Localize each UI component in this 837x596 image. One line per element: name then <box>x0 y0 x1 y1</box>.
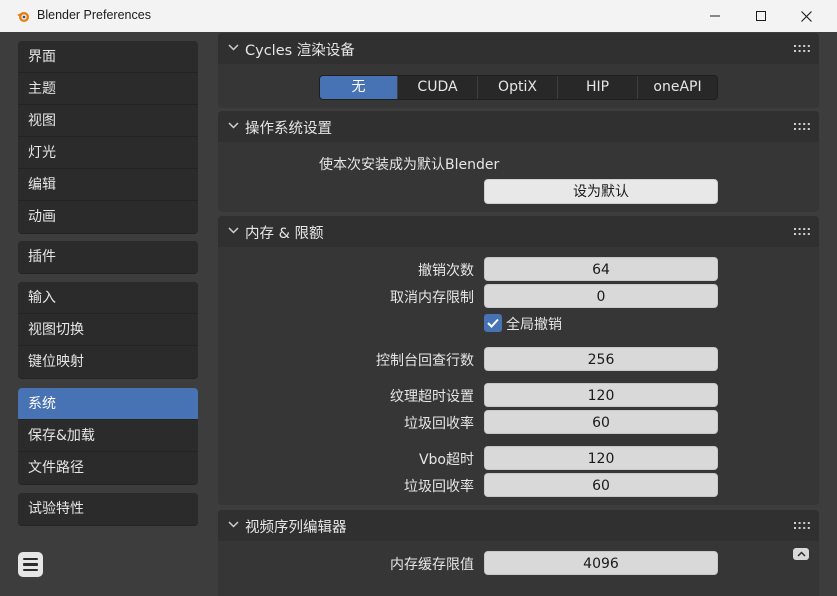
nav-group-addons: 插件 <box>18 241 198 273</box>
panel-header-sequencer[interactable]: 视频序列编辑器 <box>218 510 819 541</box>
sidebar-item-experimental[interactable]: 试验特性 <box>18 493 198 525</box>
device-option-none[interactable]: 无 <box>320 76 398 99</box>
panel-title-sequencer: 视频序列编辑器 <box>245 520 347 536</box>
chevron-down-icon <box>228 227 239 234</box>
panel-header-memory[interactable]: 内存 & 限额 <box>218 216 819 247</box>
drag-handle-icon[interactable] <box>794 522 810 529</box>
checkmark-icon <box>487 318 499 328</box>
chevron-down-icon <box>228 122 239 129</box>
minimize-button[interactable] <box>692 0 738 32</box>
sidebar-item-save-load[interactable]: 保存&加载 <box>18 420 198 452</box>
nav-group-input: 输入 视图切换 键位映射 <box>18 282 198 378</box>
minimize-icon <box>710 15 720 17</box>
preferences-content: Cycles 渲染设备 无 CUDA OptiX HIP oneAPI 操作系统… <box>218 32 819 596</box>
undo-memory-field[interactable]: 0 <box>484 284 718 308</box>
title-bar: Blender Preferences <box>0 0 837 32</box>
texture-timeout-field[interactable]: 120 <box>484 383 718 407</box>
memory-cache-label: 内存缓存限值 <box>390 557 474 573</box>
sidebar-item-themes[interactable]: 主题 <box>18 73 198 105</box>
panel-body-sequencer: 内存缓存限值 4096 <box>218 541 819 596</box>
nav-group-system: 系统 保存&加载 文件路径 <box>18 388 198 484</box>
hamburger-menu-icon[interactable] <box>18 552 43 577</box>
cycles-device-selector: 无 CUDA OptiX HIP oneAPI <box>319 75 718 100</box>
device-option-cuda[interactable]: CUDA <box>398 76 478 99</box>
panel-title-os: 操作系统设置 <box>245 121 332 137</box>
undo-steps-field[interactable]: 64 <box>484 257 718 281</box>
device-option-oneapi[interactable]: oneAPI <box>638 76 717 99</box>
window-title: Blender Preferences <box>37 8 151 22</box>
sidebar-item-input[interactable]: 输入 <box>18 282 198 314</box>
texture-timeout-label: 纹理超时设置 <box>390 389 474 405</box>
memory-cache-field[interactable]: 4096 <box>484 551 718 575</box>
make-default-button[interactable]: 设为默认 <box>484 179 718 204</box>
undo-memory-label: 取消内存限制 <box>390 290 474 306</box>
vbo-gc-field[interactable]: 60 <box>484 473 718 497</box>
nav-group-ui: 界面 主题 视图 灯光 编辑 动画 <box>18 41 198 233</box>
sidebar-item-lights[interactable]: 灯光 <box>18 137 198 169</box>
drag-handle-icon[interactable] <box>794 228 810 235</box>
sidebar-item-viewport[interactable]: 视图 <box>18 105 198 137</box>
global-undo-label: 全局撤销 <box>506 317 562 333</box>
chevron-down-icon <box>228 521 239 528</box>
preferences-window: 界面 主题 视图 灯光 编辑 动画 插件 输入 视图切换 键位映射 系统 保存&… <box>0 32 837 596</box>
console-scrollback-field[interactable]: 256 <box>484 347 718 371</box>
panel-title-cycles: Cycles 渲染设备 <box>245 43 355 59</box>
panel-body-os: 使本次安装成为默认Blender 设为默认 <box>218 142 819 212</box>
drag-handle-icon[interactable] <box>794 123 810 130</box>
close-button[interactable] <box>783 0 829 32</box>
sidebar-item-navigation[interactable]: 视图切换 <box>18 314 198 346</box>
sidebar-item-file-paths[interactable]: 文件路径 <box>18 452 198 484</box>
global-undo-checkbox[interactable] <box>484 314 502 332</box>
close-icon <box>800 10 812 22</box>
panel-body-cycles: 无 CUDA OptiX HIP oneAPI <box>218 64 819 108</box>
default-install-label: 使本次安装成为默认Blender <box>319 157 500 173</box>
nav-group-experimental: 试验特性 <box>18 493 198 525</box>
sidebar: 界面 主题 视图 灯光 编辑 动画 插件 输入 视图切换 键位映射 系统 保存&… <box>0 32 210 596</box>
maximize-button[interactable] <box>738 0 784 32</box>
chevron-down-icon <box>228 44 239 51</box>
device-option-optix[interactable]: OptiX <box>478 76 558 99</box>
console-scrollback-label: 控制台回查行数 <box>376 353 474 369</box>
sidebar-item-interface[interactable]: 界面 <box>18 41 198 73</box>
drag-handle-icon[interactable] <box>794 45 810 52</box>
sidebar-item-editing[interactable]: 编辑 <box>18 169 198 201</box>
texture-gc-field[interactable]: 60 <box>484 410 718 434</box>
undo-steps-label: 撤销次数 <box>418 263 474 279</box>
sidebar-item-animation[interactable]: 动画 <box>18 201 198 233</box>
sidebar-item-keymap[interactable]: 键位映射 <box>18 346 198 378</box>
sidebar-item-system[interactable]: 系统 <box>18 388 198 420</box>
panel-header-cycles[interactable]: Cycles 渲染设备 <box>218 33 819 64</box>
vbo-gc-label: 垃圾回收率 <box>404 479 474 495</box>
sidebar-item-addons[interactable]: 插件 <box>18 241 198 273</box>
maximize-icon <box>756 11 766 21</box>
vbo-timeout-field[interactable]: 120 <box>484 446 718 470</box>
device-option-hip[interactable]: HIP <box>558 76 638 99</box>
vbo-timeout-label: Vbo超时 <box>418 452 474 468</box>
chevron-up-icon <box>796 551 806 557</box>
blender-logo-icon <box>17 12 29 22</box>
texture-gc-label: 垃圾回收率 <box>404 416 474 432</box>
right-edge <box>819 32 837 596</box>
panel-body-memory: 撤销次数 64 取消内存限制 0 全局撤销 控制台回查行数 256 纹理超时设置… <box>218 247 819 505</box>
scroll-up-button[interactable] <box>793 548 809 560</box>
panel-header-os[interactable]: 操作系统设置 <box>218 111 819 142</box>
panel-title-memory: 内存 & 限额 <box>245 226 324 242</box>
